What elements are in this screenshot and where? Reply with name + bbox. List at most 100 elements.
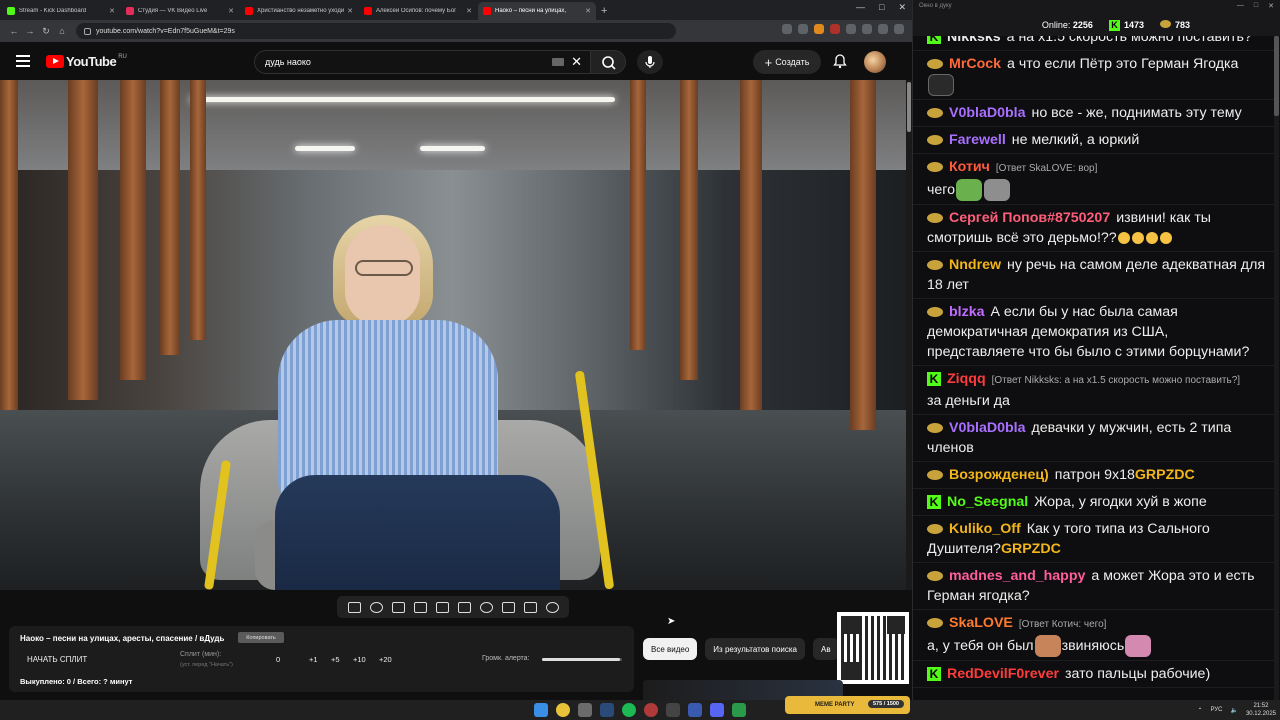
chat-username[interactable]: Kuliko_Off — [949, 521, 1021, 537]
chat-username[interactable]: MrCock — [949, 56, 1001, 72]
theater-mode-icon[interactable] — [457, 601, 471, 613]
extension-icon[interactable] — [830, 24, 840, 34]
chat-scrollbar[interactable] — [1274, 36, 1279, 700]
home-icon[interactable]: ⌂ — [54, 26, 70, 36]
alert-volume-slider[interactable] — [542, 658, 622, 661]
file-explorer-icon[interactable] — [578, 703, 592, 717]
notifications-bell-icon[interactable] — [832, 53, 848, 69]
steam-icon[interactable] — [600, 703, 614, 717]
minimize-icon[interactable]: — — [856, 2, 865, 13]
copy-button[interactable]: Копировать — [238, 632, 284, 643]
clock[interactable]: 21:52 30.12.2025 — [1246, 702, 1276, 718]
new-tab-icon[interactable]: + — [601, 2, 607, 20]
profile-icon[interactable] — [894, 24, 904, 34]
extension-icon[interactable] — [782, 24, 792, 34]
chat-username[interactable]: RedDevilF0rever — [947, 666, 1059, 682]
maximize-icon[interactable]: □ — [879, 2, 884, 13]
tab-close-icon[interactable]: ✕ — [466, 7, 472, 15]
start-icon[interactable] — [534, 703, 548, 717]
search-input[interactable]: дудь наоко ✕ — [254, 50, 591, 74]
chat-reply-reference[interactable]: [Ответ SkaLOVE: вор] — [996, 163, 1098, 174]
chrome-icon[interactable] — [556, 703, 570, 717]
reload-icon[interactable]: ↻ — [38, 26, 54, 37]
search-button[interactable] — [590, 50, 626, 74]
tab-close-icon[interactable]: ✕ — [347, 7, 353, 15]
media-player-icon[interactable] — [688, 703, 702, 717]
picture-in-picture-icon[interactable] — [435, 601, 449, 613]
back-icon[interactable]: ← — [6, 26, 22, 36]
film-icon[interactable] — [413, 601, 427, 613]
keyboard-icon[interactable] — [552, 58, 564, 66]
browser-tab[interactable]: Студия — VK Видео Live ✕ — [121, 2, 239, 20]
browser-tab[interactable]: Stream - Kick Dashboard ✕ — [2, 2, 120, 20]
chat-username[interactable]: Возрожденец) — [949, 467, 1049, 483]
extension-icon[interactable] — [862, 24, 872, 34]
tab-close-icon[interactable]: ✕ — [109, 7, 115, 15]
chat-username[interactable]: SkaLOVE — [949, 615, 1013, 631]
extension-icon[interactable] — [846, 24, 856, 34]
settings-gear-icon[interactable] — [545, 601, 559, 613]
chat-username[interactable]: Nikksks — [947, 36, 1001, 45]
split-value-button[interactable]: +20 — [379, 655, 392, 664]
url-field[interactable]: youtube.com/watch?v=Edn7f5uGueM&t=29s — [76, 23, 676, 39]
start-split-button[interactable]: НАЧАТЬ СПЛИТ — [27, 655, 87, 664]
chat-username[interactable]: Котич — [949, 159, 990, 175]
split-value-button[interactable]: 0 — [276, 655, 280, 664]
spotify-icon[interactable] — [622, 703, 636, 717]
volume-icon[interactable]: 🔈 — [1230, 707, 1237, 714]
video-player[interactable] — [0, 80, 906, 590]
close-icon[interactable]: ✕ — [898, 2, 906, 13]
split-value-button[interactable]: +5 — [331, 655, 340, 664]
chat-username[interactable]: V0blaD0bla — [949, 105, 1026, 121]
loop-icon[interactable] — [347, 601, 361, 613]
clear-search-icon[interactable]: ✕ — [571, 54, 582, 70]
scrollbar-thumb[interactable] — [907, 82, 911, 132]
chat-scrollbar-thumb[interactable] — [1274, 36, 1279, 116]
chevron-up-icon[interactable]: ⌃ — [1197, 707, 1202, 714]
speed-icon[interactable] — [479, 601, 493, 613]
chat-message-list[interactable]: K Nikksks а на x1.5 скорость можно постави… — [913, 36, 1275, 700]
opera-icon[interactable] — [644, 703, 658, 717]
eye-icon[interactable] — [391, 601, 405, 613]
chat-username[interactable]: Ziqqq — [947, 371, 986, 387]
youtube-logo[interactable]: YouTube RU — [46, 54, 127, 69]
minimize-icon[interactable]: — — [1237, 2, 1244, 10]
download-icon[interactable] — [878, 24, 888, 34]
chat-username[interactable]: Nndrew — [949, 257, 1001, 273]
maximize-icon[interactable]: □ — [1254, 2, 1258, 10]
menu-icon[interactable] — [16, 52, 30, 70]
split-value-button[interactable]: +10 — [353, 655, 366, 664]
tab-close-icon[interactable]: ✕ — [585, 7, 591, 15]
chip-all-videos[interactable]: Все видео — [643, 638, 698, 660]
broadcast-icon[interactable] — [369, 601, 383, 613]
chat-reply-reference[interactable]: [Ответ Nikksks: а на x1.5 скорость можно… — [992, 375, 1240, 386]
add-clip-icon[interactable] — [501, 601, 515, 613]
language-indicator[interactable]: РУС — [1210, 707, 1222, 713]
chip-author[interactable]: Ав — [813, 638, 839, 660]
chat-username[interactable]: No_Seegnal — [947, 494, 1028, 510]
forward-icon[interactable]: → — [22, 26, 38, 36]
split-value-button[interactable]: +1 — [309, 655, 318, 664]
discord-icon[interactable] — [710, 703, 724, 717]
account-avatar[interactable] — [864, 51, 886, 73]
chat-reply-reference[interactable]: [Ответ Котич: чего] — [1019, 619, 1107, 630]
screenshot-icon[interactable] — [523, 601, 537, 613]
chat-username[interactable]: Сергей Попов#8750207 — [949, 210, 1110, 226]
create-button[interactable]: + Создать — [753, 50, 821, 74]
close-icon[interactable]: ✕ — [1268, 2, 1274, 10]
chip-from-search[interactable]: Из результатов поиска — [705, 638, 805, 660]
app-icon[interactable] — [732, 703, 746, 717]
extension-icon[interactable] — [798, 24, 808, 34]
chat-username[interactable]: madnes_and_happy — [949, 568, 1085, 584]
browser-tab[interactable]: Христианство незаметно уходит ✕ — [240, 2, 358, 20]
browser-tab[interactable]: Наоко – песни на улицах, ✕ — [478, 2, 596, 20]
chat-username[interactable]: V0blaD0bla — [949, 420, 1026, 436]
chat-username[interactable]: blzka — [949, 304, 984, 320]
tab-close-icon[interactable]: ✕ — [228, 7, 234, 15]
site-info-icon[interactable] — [84, 27, 91, 35]
chat-username[interactable]: Farewell — [949, 132, 1006, 148]
voice-search-button[interactable] — [637, 50, 663, 74]
extension-icon[interactable] — [814, 24, 824, 34]
browser-tab[interactable]: Алексей Осипов: почему Бог ✕ — [359, 2, 477, 20]
obs-icon[interactable] — [666, 703, 680, 717]
